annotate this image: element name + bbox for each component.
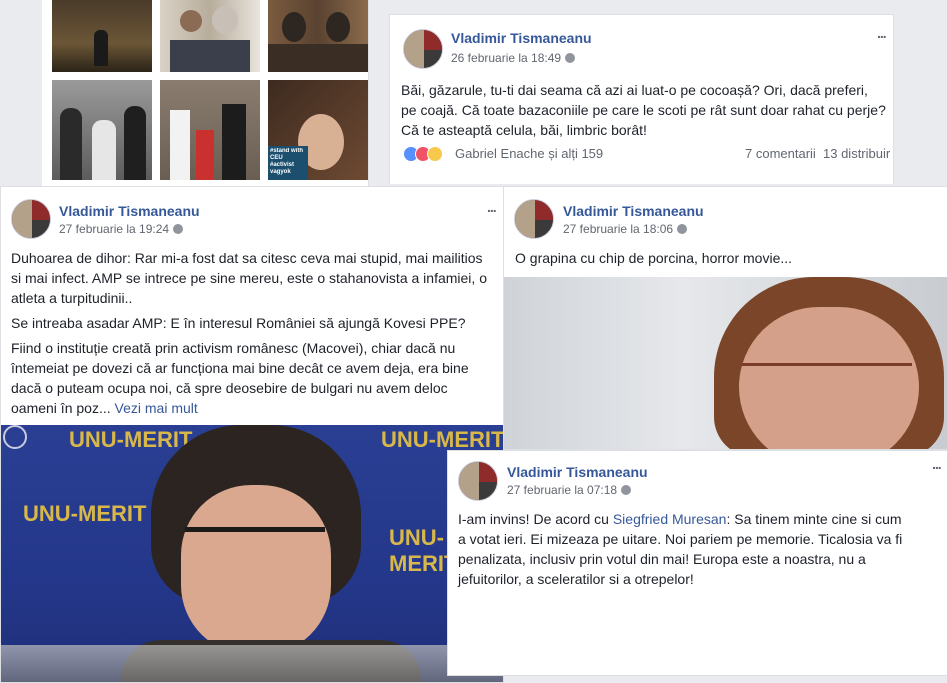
post-1: Vladimir Tismaneanu 26 februarie la 18:4… <box>389 14 894 184</box>
post-paragraph-3-text: Fiind o instituție creată prin activism … <box>11 340 469 416</box>
gallery-photo-3[interactable] <box>268 0 368 72</box>
author-name[interactable]: Vladimir Tismaneanu <box>59 203 200 219</box>
glasses-icon <box>742 363 912 393</box>
post-photo[interactable]: UNU-MERIT UNU-MERIT UNU-MERIT UNU-MERIT <box>1 425 503 682</box>
author-avatar[interactable] <box>11 199 51 239</box>
more-options-icon[interactable]: ... <box>932 456 942 472</box>
glasses-icon <box>185 527 325 555</box>
banner-text-2: UNU-MERIT <box>69 427 193 452</box>
haha-icon <box>427 146 443 162</box>
post-date-text: 26 februarie la 18:49 <box>451 51 562 65</box>
author-name[interactable]: Vladimir Tismaneanu <box>451 30 592 46</box>
comments-count[interactable]: 7 comentarii <box>745 146 816 161</box>
post-photo[interactable] <box>504 277 947 449</box>
post-date[interactable]: 27 februarie la 07:18 <box>507 483 632 497</box>
post-date[interactable]: 26 februarie la 18:49 <box>451 51 576 65</box>
author-name[interactable]: Vladimir Tismaneanu <box>507 464 648 480</box>
post-text: Băi, găzarule, tu-ti dai seama că azi ai… <box>401 82 886 138</box>
gallery-photo-5[interactable] <box>160 80 260 180</box>
post-text-before: I-am invins! De acord cu <box>458 511 613 527</box>
post-date[interactable]: 27 februarie la 19:24 <box>59 222 184 236</box>
see-more-link[interactable]: Vezi mai mult <box>115 400 198 416</box>
table <box>1 645 503 682</box>
gallery-photo-6[interactable]: #stand with CEU #activist vagyok <box>268 80 368 180</box>
post-paragraph-1: Duhoarea de dihor: Rar mi-a fost dat sa … <box>11 250 487 306</box>
gallery-photo-1[interactable] <box>52 0 152 72</box>
gallery-photo-2[interactable] <box>160 0 260 72</box>
post-2: Vladimir Tismaneanu 27 februarie la 19:2… <box>0 186 504 683</box>
shares-count[interactable]: 13 distribuir <box>823 146 890 161</box>
globe-icon <box>565 53 576 63</box>
post-date[interactable]: 27 februarie la 18:06 <box>563 222 688 236</box>
globe-icon <box>621 485 632 495</box>
author-name[interactable]: Vladimir Tismaneanu <box>563 203 704 219</box>
post-paragraph-3: Fiind o instituție creată prin activism … <box>11 338 491 418</box>
person-face <box>181 485 331 655</box>
un-logo-icon <box>3 425 27 449</box>
banner-text-1: UNU-MERIT <box>23 501 147 526</box>
post-date-text: 27 februarie la 19:24 <box>59 222 170 236</box>
author-avatar[interactable] <box>514 199 554 239</box>
post-date-text: 27 februarie la 18:06 <box>563 222 674 236</box>
gallery-photo-4[interactable] <box>52 80 152 180</box>
reactions-summary[interactable]: Gabriel Enache și alți 159 <box>455 146 603 161</box>
mention-link[interactable]: Siegfried Muresan <box>613 511 727 527</box>
post-paragraph-2: Se intreaba asadar AMP: E în interesul R… <box>11 315 466 331</box>
post-date-text: 27 februarie la 07:18 <box>507 483 618 497</box>
author-avatar[interactable] <box>403 29 443 69</box>
author-avatar[interactable] <box>458 461 498 501</box>
more-options-icon[interactable]: ... <box>487 199 497 215</box>
reaction-icons[interactable] <box>403 146 448 162</box>
gallery-tag: #stand with CEU #activist vagyok <box>270 148 304 175</box>
globe-icon <box>173 224 184 234</box>
photo-gallery: #stand with CEU #activist vagyok <box>42 0 369 186</box>
post-text: I-am invins! De acord cu Siegfried Mures… <box>458 509 908 589</box>
globe-icon <box>677 224 688 234</box>
post-text: O grapina cu chip de porcina, horror mov… <box>515 250 793 266</box>
post-4: Vladimir Tismaneanu 27 februarie la 07:1… <box>447 450 947 676</box>
post-3: Vladimir Tismaneanu 27 februarie la 18:0… <box>503 186 947 450</box>
more-options-icon[interactable]: ... <box>877 25 887 41</box>
